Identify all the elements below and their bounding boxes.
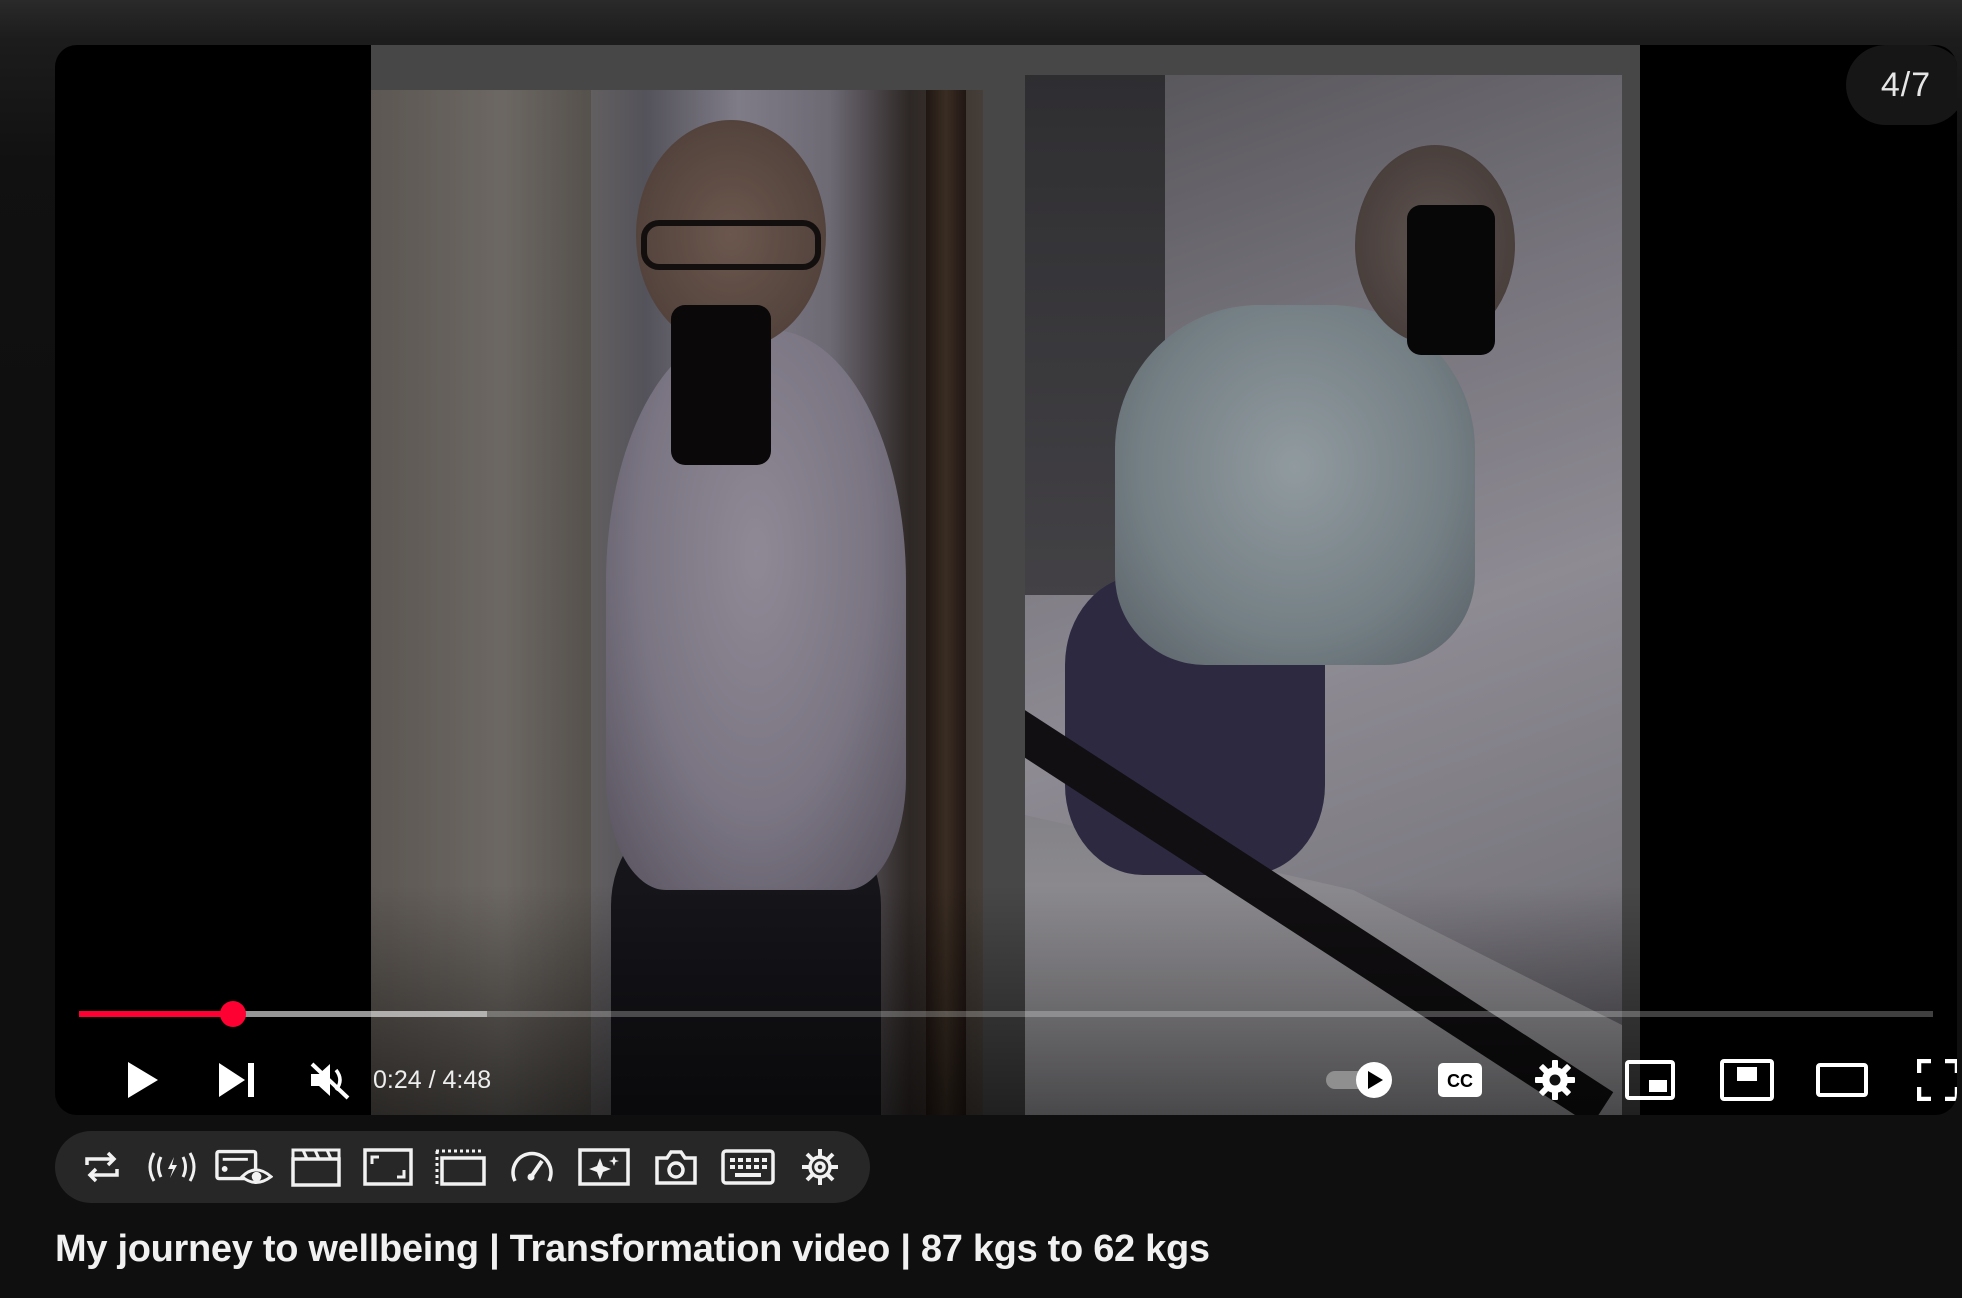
current-time: 0:24 (373, 1065, 422, 1094)
loop-icon (85, 1151, 119, 1183)
next-icon (219, 1063, 254, 1097)
mute-button[interactable] (295, 1050, 365, 1110)
clapperboard-button[interactable] (287, 1141, 345, 1193)
closed-captions-button[interactable]: CC (1425, 1050, 1495, 1110)
miniplayer-button[interactable] (1615, 1050, 1685, 1110)
closed-captions-icon: CC (1438, 1063, 1482, 1097)
settings-button[interactable] (1520, 1050, 1590, 1110)
video-title: My journey to wellbeing | Transformation… (55, 1228, 1210, 1270)
theater-mode-button[interactable] (1807, 1050, 1877, 1110)
camera-icon (655, 1150, 697, 1185)
extension-settings-button[interactable] (791, 1141, 849, 1193)
mute-icon (310, 1062, 350, 1100)
time-display: 0:24 / 4:48 (373, 1050, 491, 1110)
fullscreen-button[interactable] (1903, 1050, 1957, 1110)
fullscreen-icon (1917, 1059, 1957, 1101)
picture-in-picture-button[interactable] (1712, 1050, 1782, 1110)
progress-bar[interactable] (79, 1001, 1933, 1027)
next-button[interactable] (202, 1050, 272, 1110)
clapperboard-icon (291, 1148, 341, 1187)
player-controls: 0:24 / 4:48 CC (55, 1050, 1957, 1110)
miniplayer-icon (1625, 1060, 1675, 1100)
play-icon (128, 1062, 158, 1098)
extension-toolbar (55, 1131, 870, 1203)
settings-gear-icon (802, 1149, 838, 1185)
mini-screen-button[interactable] (431, 1141, 489, 1193)
expand-frame-icon (363, 1148, 413, 1186)
enhance-button[interactable] (575, 1141, 633, 1193)
duration: 4:48 (442, 1065, 492, 1094)
broadcast-button[interactable] (143, 1141, 201, 1193)
playback-speed-button[interactable] (503, 1141, 561, 1193)
watched-button[interactable] (215, 1141, 273, 1193)
picture-in-picture-icon (1720, 1059, 1774, 1101)
time-separator: / (421, 1065, 443, 1094)
keyboard-icon (721, 1149, 775, 1185)
autoplay-toggle-icon (1326, 1062, 1392, 1098)
speedometer-icon (511, 1151, 553, 1182)
watched-eye-icon (215, 1149, 273, 1184)
slide-counter-badge: 4/7 (1846, 45, 1957, 125)
autoplay-toggle[interactable] (1320, 1050, 1400, 1110)
video-player[interactable]: 4/7 0:24 / 4:48 CC (55, 45, 1957, 1115)
settings-gear-icon (1535, 1060, 1575, 1100)
play-button[interactable] (107, 1050, 177, 1110)
mini-screen-icon (435, 1149, 486, 1186)
svg-text:CC: CC (1447, 1071, 1473, 1091)
screenshot-button[interactable] (647, 1141, 705, 1193)
keyboard-shortcuts-button[interactable] (719, 1141, 777, 1193)
loop-button[interactable] (73, 1141, 131, 1193)
expand-frame-button[interactable] (359, 1141, 417, 1193)
sparkle-frame-icon (578, 1148, 630, 1186)
played-bar (79, 1011, 234, 1017)
theater-mode-icon (1816, 1063, 1868, 1097)
broadcast-icon (148, 1152, 196, 1182)
